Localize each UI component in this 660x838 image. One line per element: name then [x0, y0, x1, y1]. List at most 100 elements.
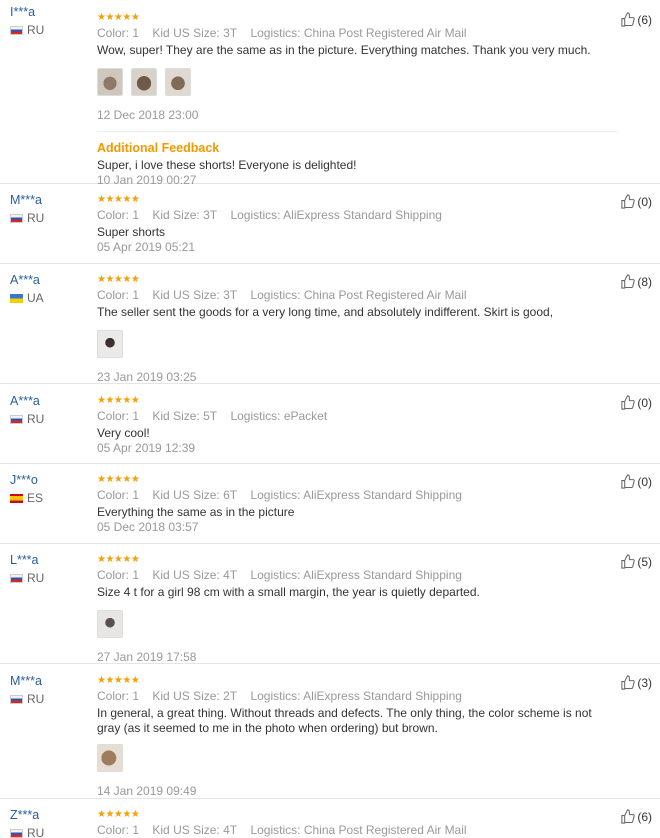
review-list: I***a RU ★★★★★ Color: 1 Kid US Size: 3T … [0, 0, 660, 838]
reviewer-name[interactable]: L***a [10, 552, 90, 568]
thumbs-up-icon [621, 395, 636, 410]
reviewer: M***a RU [10, 192, 90, 225]
review-photos [97, 744, 617, 772]
review-text: In general, a great thing. Without threa… [97, 706, 592, 735]
review-text: Size 4 t for a girl 98 cm with a small m… [97, 585, 480, 599]
review-item: L***a RU ★★★★★ Color: 1 Kid US Size: 4T … [0, 544, 660, 664]
thumbs-up-icon [621, 554, 636, 569]
helpful-button[interactable]: (0) [620, 474, 652, 490]
reviewer-name[interactable]: A***a [10, 393, 90, 409]
review-item: A***a RU ★★★★★ Color: 1 Kid Size: 5T Log… [0, 384, 660, 464]
flag-ru-icon [10, 695, 23, 704]
review-photo-thumbnail[interactable] [97, 68, 123, 96]
helpful-button[interactable]: (0) [620, 395, 652, 411]
review-body: ★★★★★ Color: 1 Kid US Size: 3T Logistics… [97, 274, 617, 384]
helpful-button[interactable]: (6) [620, 12, 652, 28]
order-attributes: Color: 1 Kid US Size: 4T Logistics: Chin… [97, 823, 467, 837]
order-attributes: Color: 1 Kid US Size: 6T Logistics: AliE… [97, 488, 462, 502]
review-item: Z***a RU ★★★★★ Color: 1 Kid US Size: 4T … [0, 799, 660, 838]
reviewer-country: RU [10, 692, 90, 706]
reviewer-name[interactable]: A***a [10, 272, 90, 288]
review-body: ★★★★★ Color: 1 Kid Size: 5T Logistics: e… [97, 395, 617, 455]
review-item: I***a RU ★★★★★ Color: 1 Kid US Size: 3T … [0, 0, 660, 187]
reviewer-name[interactable]: I***a [10, 4, 90, 20]
review-photo-thumbnail[interactable] [97, 610, 123, 638]
star-rating: ★★★★★ [97, 12, 140, 23]
reviewer-name[interactable]: Z***a [10, 807, 90, 823]
star-rating: ★★★★★ [97, 809, 140, 820]
thumbs-up-icon [621, 474, 636, 489]
reviewer-name[interactable]: M***a [10, 192, 90, 208]
review-photo-thumbnail[interactable] [97, 744, 123, 772]
review-text: Very cool! [97, 426, 150, 440]
order-attributes: Color: 1 Kid US Size: 3T Logistics: Chin… [97, 288, 467, 302]
helpful-button[interactable]: (5) [620, 554, 652, 570]
review-date: 05 Dec 2018 03:57 [97, 520, 199, 534]
review-date: 27 Jan 2019 17:58 [97, 650, 197, 664]
reviewer-country: RU [10, 412, 90, 426]
flag-es-icon [10, 494, 23, 503]
reviewer: A***a UA [10, 272, 90, 305]
order-attributes: Color: 1 Kid Size: 5T Logistics: ePacket [97, 409, 328, 423]
flag-ru-icon [10, 415, 23, 424]
flag-ua-icon [10, 294, 23, 303]
review-text: Wow, super! They are the same as in the … [97, 43, 591, 57]
review-photo-thumbnail[interactable] [131, 68, 157, 96]
review-date: 23 Jan 2019 03:25 [97, 370, 197, 384]
helpful-button[interactable]: (8) [620, 274, 652, 290]
reviewer: M***a RU [10, 673, 90, 706]
reviewer: J***o ES [10, 472, 90, 505]
order-attributes: Color: 1 Kid US Size: 4T Logistics: AliE… [97, 568, 462, 582]
review-text: Everything the same as in the picture [97, 505, 295, 519]
reviewer: A***a RU [10, 393, 90, 426]
review-body: ★★★★★ Color: 1 Kid Size: 3T Logistics: A… [97, 194, 617, 254]
order-attributes: Color: 1 Kid Size: 3T Logistics: AliExpr… [97, 208, 442, 222]
reviewer-country: ES [10, 491, 90, 505]
review-body: ★★★★★ Color: 1 Kid US Size: 3T Logistics… [97, 12, 617, 187]
review-date: 14 Jan 2019 09:49 [97, 784, 197, 798]
review-photos [97, 68, 617, 96]
flag-ru-icon [10, 829, 23, 838]
review-body: ★★★★★ Color: 1 Kid US Size: 6T Logistics… [97, 474, 617, 534]
star-rating: ★★★★★ [97, 395, 140, 406]
reviewer-country: RU [10, 23, 90, 37]
reviewer: L***a RU [10, 552, 90, 585]
star-rating: ★★★★★ [97, 194, 140, 205]
reviewer-name[interactable]: M***a [10, 673, 90, 689]
helpful-button[interactable]: (6) [620, 809, 652, 825]
reviewer: Z***a RU [10, 807, 90, 838]
review-item: J***o ES ★★★★★ Color: 1 Kid US Size: 6T … [0, 464, 660, 544]
review-photo-thumbnail[interactable] [97, 330, 123, 358]
review-date: 05 Apr 2019 12:39 [97, 441, 196, 455]
reviewer-country: RU [10, 826, 90, 838]
reviewer-country: RU [10, 211, 90, 225]
flag-ru-icon [10, 574, 23, 583]
flag-ru-icon [10, 26, 23, 35]
flag-ru-icon [10, 214, 23, 223]
review-text: The seller sent the goods for a very lon… [97, 305, 554, 319]
star-rating: ★★★★★ [97, 274, 140, 285]
review-item: M***a RU ★★★★★ Color: 1 Kid US Size: 2T … [0, 664, 660, 799]
thumbs-up-icon [621, 274, 636, 289]
review-photo-thumbnail[interactable] [165, 68, 191, 96]
helpful-button[interactable]: (0) [620, 194, 652, 210]
review-photos [97, 330, 617, 358]
thumbs-up-icon [621, 12, 636, 27]
thumbs-up-icon [621, 675, 636, 690]
review-item: A***a UA ★★★★★ Color: 1 Kid US Size: 3T … [0, 264, 660, 384]
review-date: 05 Apr 2019 05:21 [97, 240, 196, 254]
review-text: Super shorts [97, 225, 166, 239]
review-body: ★★★★★ Color: 1 Kid US Size: 4T Logistics… [97, 554, 617, 664]
additional-feedback: Additional Feedback Super, i love these … [97, 131, 617, 187]
review-photos [97, 610, 617, 638]
helpful-button[interactable]: (3) [620, 675, 652, 691]
star-rating: ★★★★★ [97, 474, 140, 485]
review-body: ★★★★★ Color: 1 Kid US Size: 4T Logistics… [97, 809, 617, 838]
reviewer: I***a RU [10, 4, 90, 37]
review-item: M***a RU ★★★★★ Color: 1 Kid Size: 3T Log… [0, 184, 660, 264]
order-attributes: Color: 1 Kid US Size: 2T Logistics: AliE… [97, 689, 462, 703]
star-rating: ★★★★★ [97, 554, 140, 565]
order-attributes: Color: 1 Kid US Size: 3T Logistics: Chin… [97, 26, 467, 40]
review-date: 12 Dec 2018 23:00 [97, 108, 199, 122]
reviewer-name[interactable]: J***o [10, 472, 90, 488]
